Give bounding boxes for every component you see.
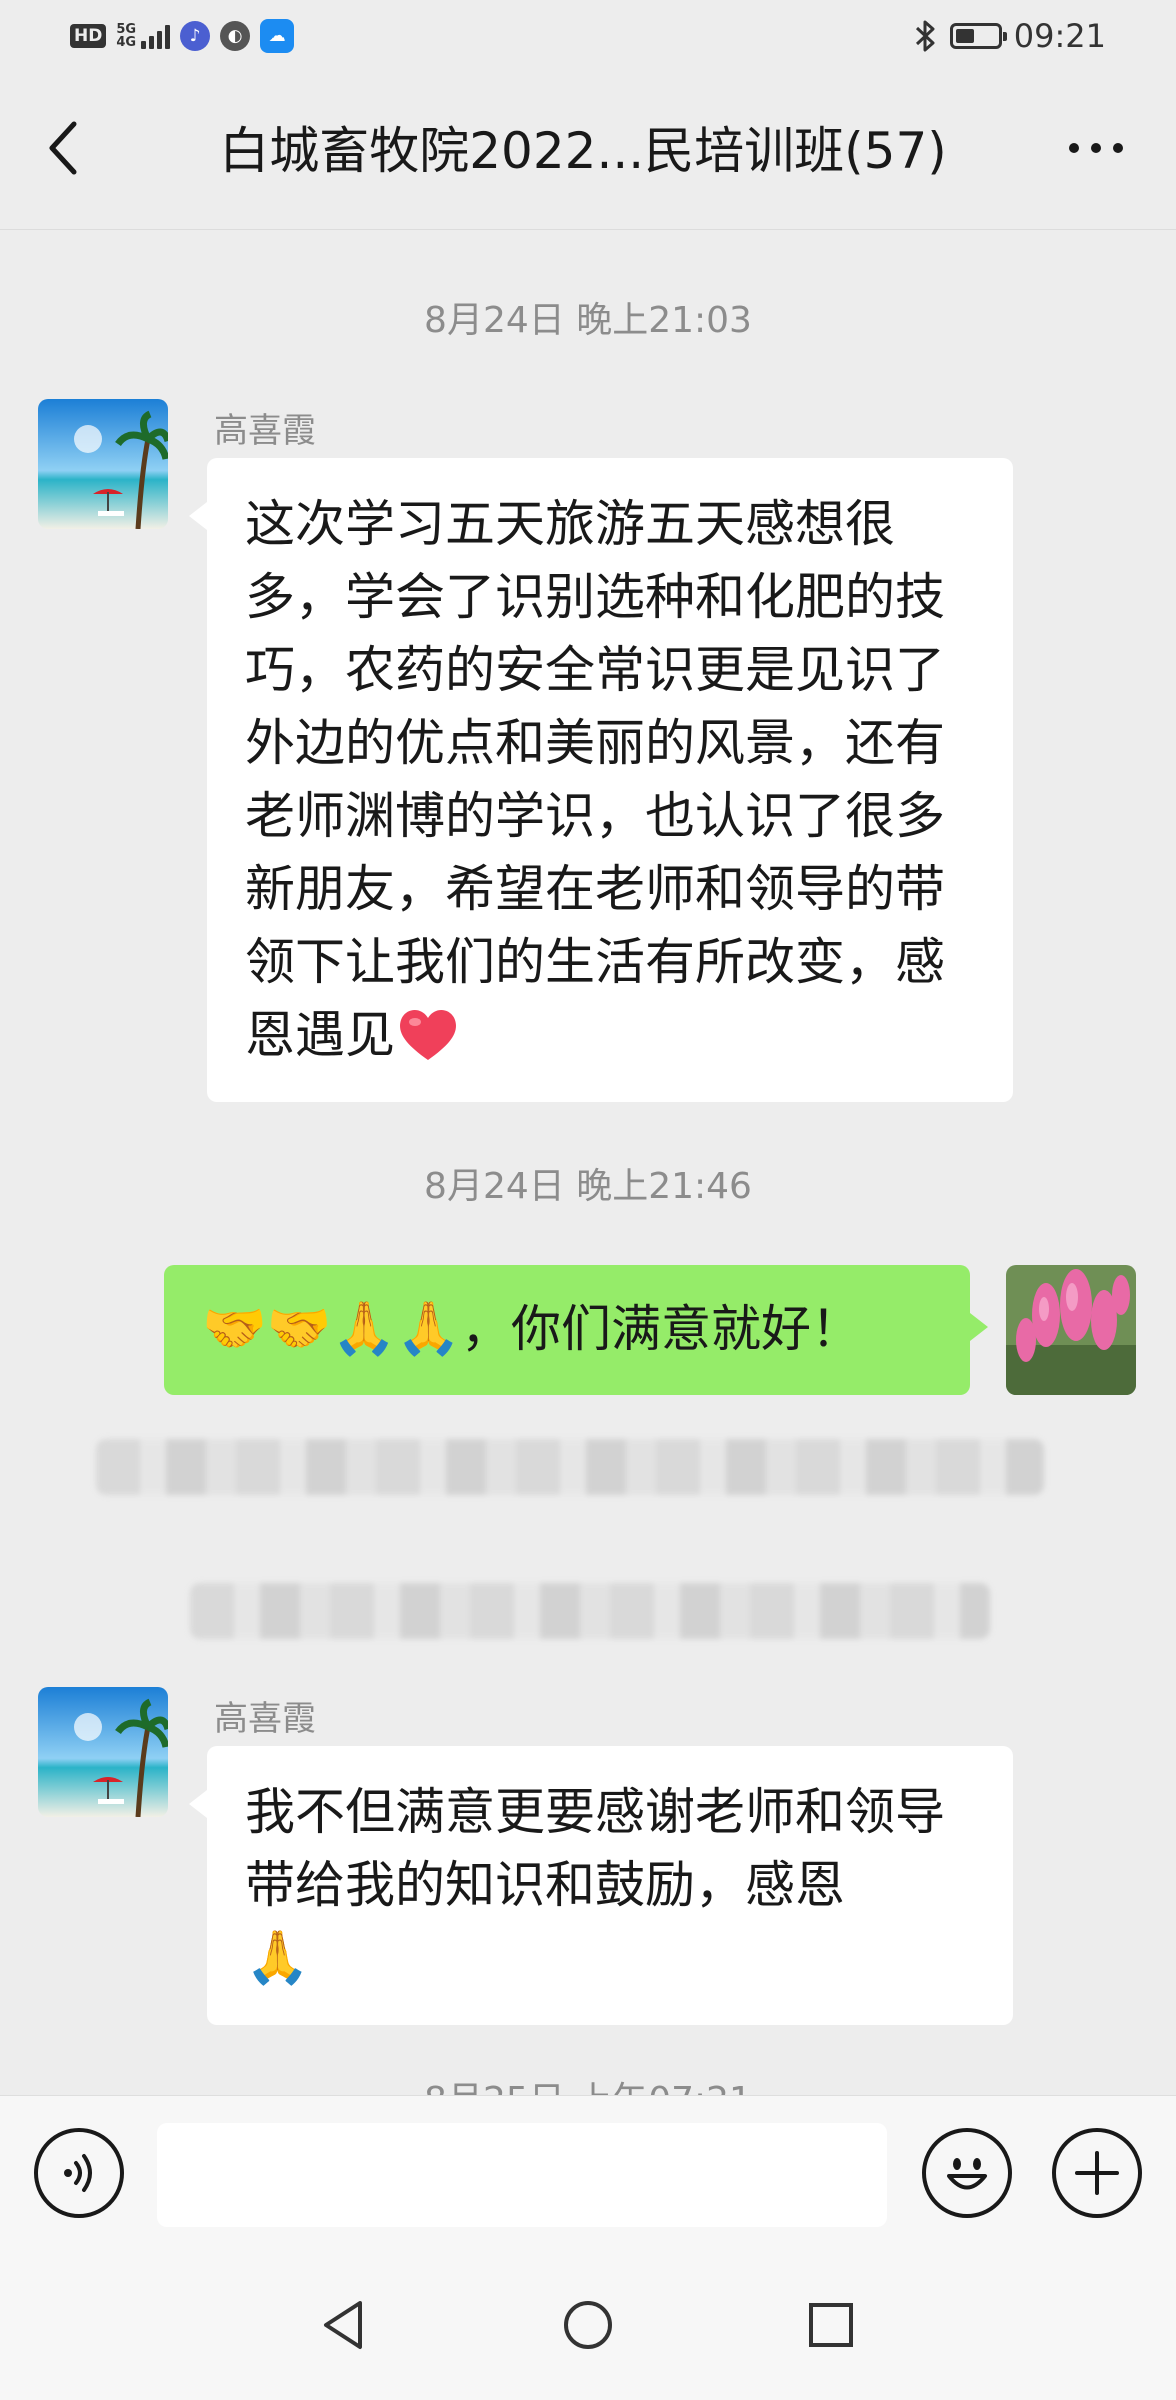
status-time: 09:21 (1013, 17, 1106, 55)
sender-avatar[interactable] (38, 399, 168, 529)
plus-icon (1075, 2151, 1119, 2195)
system-nav-bar (0, 2250, 1176, 2400)
message-timestamp: 8月24日 晚上21:46 (424, 1166, 752, 1207)
nav-home-button[interactable] (538, 2280, 638, 2370)
chevron-left-icon (49, 121, 77, 175)
message-text: 我不但满意更要感谢老师和领导带给我的知识和鼓励，感恩 (245, 1783, 945, 1914)
bluetooth-icon (915, 20, 935, 52)
nav-recents-icon (809, 2303, 853, 2347)
battery-icon (949, 23, 1007, 49)
message-timestamp: 8月25日 上午07:21 (0, 2071, 1176, 2095)
weather-app-icon: ☁ (260, 19, 295, 53)
voice-button[interactable] (34, 2128, 124, 2218)
status-bar: HD 5G 4G ♪ ◐ ☁ 09:21 (0, 0, 1176, 72)
beach-avatar-image (38, 1687, 168, 1817)
chat-header: 白城畜牧院2022...民培训班(57) (0, 72, 1176, 230)
emoji-button[interactable] (922, 2128, 1012, 2218)
network-sub-label: 4G (116, 35, 137, 50)
redacted-row (96, 1439, 1044, 1495)
back-button[interactable] (34, 112, 94, 184)
nav-recents-button[interactable] (781, 2280, 881, 2370)
more-dot (1069, 143, 1079, 153)
message-input[interactable] (157, 2123, 887, 2227)
beach-avatar-image (38, 399, 168, 529)
message-timestamp: 8月24日 晚上21:03 (424, 300, 752, 341)
input-bar (0, 2095, 1176, 2250)
nav-back-button[interactable] (293, 2280, 393, 2370)
redacted-row (190, 1583, 990, 1639)
sender-avatar[interactable] (38, 1687, 168, 1817)
emoji-sequence: 🤝🤝🙏🙏 (202, 1299, 461, 1359)
message-bubble-incoming[interactable]: 我不但满意更要感谢老师和领导带给我的知识和鼓励，感恩 🙏 (189, 1746, 1013, 2025)
plus-button[interactable] (1052, 2128, 1142, 2218)
flower-avatar-image (1006, 1265, 1136, 1395)
pray-emoji: 🙏 (245, 1928, 310, 1988)
status-right: 09:21 (914, 16, 1106, 56)
message-list[interactable]: 8月24日 晚上21:03 高喜霞 这次学习五天旅游五天感想很多，学会了识别选种… (0, 231, 1176, 2095)
battery-fill (955, 29, 974, 43)
signal-icon: 5G 4G (116, 23, 171, 50)
nav-back-icon (324, 2301, 362, 2349)
nav-home-icon (564, 2301, 612, 2349)
voice-icon (64, 2154, 92, 2192)
more-dot (1113, 143, 1123, 153)
sender-name: 高喜霞 (214, 411, 316, 451)
message-text: 这次学习五天旅游五天感想很多，学会了识别选种和化肥的技巧，农药的安全常识更是见识… (245, 495, 945, 1064)
message-bubble-outgoing[interactable]: 🤝🤝🙏🙏，你们满意就好！ (164, 1265, 988, 1395)
heart-icon (400, 1009, 456, 1060)
more-dot (1091, 143, 1101, 153)
sender-name: 高喜霞 (214, 1699, 316, 1739)
message-text: ，你们满意就好！ (460, 1300, 861, 1358)
status-left: HD 5G 4G ♪ ◐ ☁ (70, 18, 295, 54)
emoji-smile-icon (947, 2158, 987, 2190)
more-button[interactable] (1056, 112, 1136, 184)
message-bubble-incoming[interactable]: 这次学习五天旅游五天感想很多，学会了识别选种和化肥的技巧，农药的安全常识更是见识… (189, 458, 1013, 1102)
chat-title: 白城畜牧院2022...民培训班(57) (219, 122, 947, 180)
music-app-icon: ♪ (180, 21, 211, 51)
browser-app-icon: ◐ (220, 21, 251, 51)
self-avatar[interactable] (1006, 1265, 1136, 1395)
hd-icon: HD (70, 24, 107, 48)
